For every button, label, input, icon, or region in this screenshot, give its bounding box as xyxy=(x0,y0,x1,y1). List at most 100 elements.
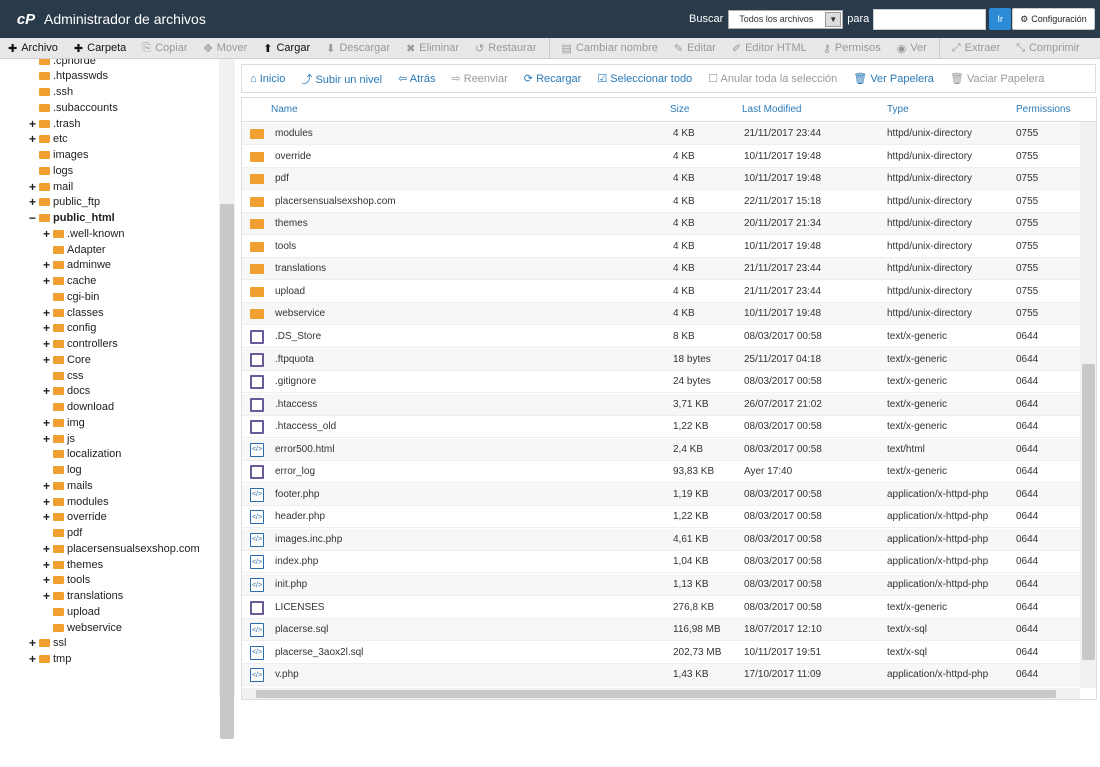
cell-name[interactable]: index.php xyxy=(275,556,318,567)
search-input[interactable] xyxy=(873,8,987,30)
table-row[interactable]: tools 4 KB 10/11/2017 19:48 httpd/unix-dire… xyxy=(242,235,1080,258)
tree-item-ssh[interactable]: .ssh xyxy=(28,85,73,100)
toolbar-restaurar-button[interactable]: ↺ Restaurar xyxy=(467,42,545,55)
cell-name[interactable]: override xyxy=(275,151,311,162)
table-row[interactable]: .gitignore 24 bytes 08/03/2017 00:58 text/x… xyxy=(242,371,1080,394)
expand-icon[interactable]: + xyxy=(28,652,37,666)
tree-item-themes[interactable]: + themes xyxy=(42,557,103,572)
toolbar-cargar-button[interactable]: ⬆ Cargar xyxy=(255,42,318,55)
tree-item-js[interactable]: + js xyxy=(42,431,75,446)
tree-item-logs[interactable]: logs xyxy=(28,163,73,178)
toolbar-archivo-button[interactable]: ✚ Archivo xyxy=(0,42,66,55)
table-row[interactable]: LICENSES 276,8 KB 08/03/2017 00:58 text/x-g… xyxy=(242,596,1080,619)
cell-name[interactable]: translations xyxy=(275,263,326,274)
tree-item-trash[interactable]: + .trash xyxy=(28,116,81,131)
settings-button[interactable]: ⚙ Configuración xyxy=(1012,8,1095,30)
cpanel-logo[interactable]: cP xyxy=(14,10,38,28)
cell-name[interactable]: placerse_3aox2l.sql xyxy=(275,647,363,658)
cell-name[interactable]: .DS_Store xyxy=(275,331,321,342)
table-row[interactable]: </> placerse_3aox2l.sql 202,73 MB 10/11/201… xyxy=(242,641,1080,664)
action-anular-toda-la-selección-button[interactable]: ☐ Anular toda la selección xyxy=(700,72,845,85)
cell-name[interactable]: .htaccess_old xyxy=(275,421,336,432)
tree-item-mails[interactable]: + mails xyxy=(42,478,93,493)
toolbar-extraer-button[interactable]: ⤢ Extraer xyxy=(944,42,1008,55)
table-horizontal-scrollbar[interactable] xyxy=(242,688,1080,699)
cell-name[interactable]: pdf xyxy=(275,173,289,184)
table-row[interactable]: .htaccess 3,71 KB 26/07/2017 21:02 text/x-g… xyxy=(242,393,1080,416)
table-row[interactable]: </> v.php 1,43 KB 17/10/2017 11:09 applicati… xyxy=(242,664,1080,687)
column-header-modified[interactable]: Last Modified xyxy=(742,104,801,115)
table-row[interactable]: </> images.inc.php 4,61 KB 08/03/2017 00:58… xyxy=(242,528,1080,551)
expand-icon[interactable]: + xyxy=(42,227,51,241)
expand-icon[interactable]: + xyxy=(42,479,51,493)
sidebar-scrollbar-thumb[interactable] xyxy=(220,204,234,739)
expand-icon[interactable]: + xyxy=(42,432,51,446)
tree-item-controllers[interactable]: + controllers xyxy=(42,337,118,352)
expand-icon[interactable]: + xyxy=(42,558,51,572)
expand-icon[interactable]: + xyxy=(42,542,51,556)
tree-item-placersensualsexshop-com[interactable]: + placersensualsexshop.com xyxy=(42,541,200,556)
expand-icon[interactable]: + xyxy=(42,495,51,509)
table-row[interactable]: pdf 4 KB 10/11/2017 19:48 httpd/unix-direct… xyxy=(242,168,1080,191)
expand-icon[interactable]: + xyxy=(42,589,51,603)
table-row[interactable]: .DS_Store 8 KB 08/03/2017 00:58 text/x-gene… xyxy=(242,325,1080,348)
tree-item-log[interactable]: log xyxy=(42,463,82,478)
expand-icon[interactable]: + xyxy=(28,132,37,146)
column-header-size[interactable]: Size xyxy=(670,104,689,115)
action-inicio-button[interactable]: ⌂ Inicio xyxy=(242,73,293,85)
tree-item-translations[interactable]: + translations xyxy=(42,589,123,604)
column-header-name[interactable]: Name xyxy=(271,104,298,115)
cell-name[interactable]: footer.php xyxy=(275,489,319,500)
expand-icon[interactable]: + xyxy=(42,353,51,367)
action-ver-papelera-button[interactable]: 🗑 Ver Papelera xyxy=(845,72,942,85)
expand-icon[interactable]: + xyxy=(42,510,51,524)
tree-item-localization[interactable]: localization xyxy=(42,447,121,462)
cell-name[interactable]: init.php xyxy=(275,579,307,590)
cell-name[interactable]: error500.html xyxy=(275,444,334,455)
tree-item-modules[interactable]: + modules xyxy=(42,494,109,509)
tree-item-download[interactable]: download xyxy=(42,400,114,415)
expand-icon[interactable]: + xyxy=(28,117,37,131)
tree-item-tmp[interactable]: + tmp xyxy=(28,652,71,667)
toolbar-ver-button[interactable]: ◉ Ver xyxy=(889,42,935,55)
tree-item-public-html[interactable]: − public_html xyxy=(28,211,115,226)
table-row[interactable]: themes 4 KB 20/11/2017 21:34 httpd/unix-dir… xyxy=(242,213,1080,236)
table-row[interactable]: webservice 4 KB 10/11/2017 19:48 httpd/unix… xyxy=(242,303,1080,326)
tree-item-tools[interactable]: + tools xyxy=(42,573,90,588)
cell-name[interactable]: tools xyxy=(275,241,296,252)
cell-name[interactable]: modules xyxy=(275,128,313,139)
table-row[interactable]: override 4 KB 10/11/2017 19:48 httpd/unix-d… xyxy=(242,145,1080,168)
action-recargar-button[interactable]: ⟳ Recargar xyxy=(516,72,590,85)
tree-item-htpasswds[interactable]: .htpasswds xyxy=(28,69,108,84)
toolbar-copiar-button[interactable]: ⎘ Copiar xyxy=(134,42,195,55)
tree-item-adapter[interactable]: Adapter xyxy=(42,242,106,257)
action-subir-un-nivel-button[interactable]: ⤴ Subir un nivel xyxy=(293,71,390,87)
expand-icon[interactable]: + xyxy=(42,416,51,430)
tree-item-core[interactable]: + Core xyxy=(42,352,91,367)
table-row[interactable]: .htaccess_old 1,22 KB 08/03/2017 00:58 text… xyxy=(242,416,1080,439)
action-vaciar-papelera-button[interactable]: 🗑 Vaciar Papelera xyxy=(942,72,1052,85)
sidebar-scrollbar[interactable] xyxy=(219,59,235,739)
cell-name[interactable]: placersensualsexshop.com xyxy=(275,196,396,207)
tree-item-webservice[interactable]: webservice xyxy=(42,620,122,635)
search-scope-select[interactable]: Todos los archivos ▼ xyxy=(728,9,844,29)
expand-icon[interactable]: + xyxy=(42,337,51,351)
expand-icon[interactable]: + xyxy=(42,274,51,288)
table-row[interactable]: error_log 93,83 KB Ayer 17:40 text/x-generi… xyxy=(242,461,1080,484)
toolbar-editor-html-button[interactable]: ✐ Editor HTML xyxy=(724,42,815,55)
tree-item-docs[interactable]: + docs xyxy=(42,384,90,399)
table-row[interactable]: </> error500.html 2,4 KB 08/03/2017 00:58 te… xyxy=(242,438,1080,461)
toolbar-mover-button[interactable]: ✥ Mover xyxy=(195,42,255,55)
tree-item-public-ftp[interactable]: + public_ftp xyxy=(28,195,100,210)
tree-item-override[interactable]: + override xyxy=(42,510,107,525)
table-row[interactable]: .ftpquota 18 bytes 25/11/2017 04:18 text/x-… xyxy=(242,348,1080,371)
tree-item-cgi-bin[interactable]: cgi-bin xyxy=(42,289,99,304)
expand-icon[interactable]: + xyxy=(42,321,51,335)
tree-item-classes[interactable]: + classes xyxy=(42,305,104,320)
tree-item-css[interactable]: css xyxy=(42,368,84,383)
expand-icon[interactable]: + xyxy=(28,180,37,194)
cell-name[interactable]: placerse.sql xyxy=(275,624,328,635)
table-row[interactable]: </> footer.php 1,19 KB 08/03/2017 00:58 appl… xyxy=(242,483,1080,506)
action-reenviar-button[interactable]: ⇨ Reenviar xyxy=(443,72,515,85)
cell-name[interactable]: LICENSES xyxy=(275,602,324,613)
